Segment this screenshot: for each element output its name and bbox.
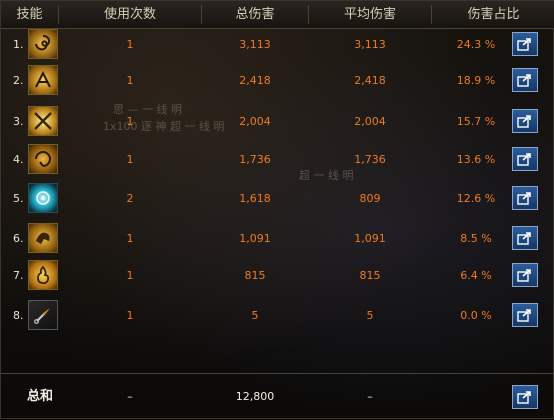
table-row: 3. 1 2,004 2,004 15.7 % [1,102,554,142]
average-damage: 815 [359,269,381,282]
share-button[interactable] [512,303,538,327]
average-damage: 2,418 [354,74,386,87]
row-number: 5. [13,192,24,205]
share-export-icon [517,232,531,245]
header-average-damage: 平均伤害 [343,7,396,22]
damage-share: 18.9 % [456,74,496,87]
share-export-icon [517,391,531,404]
golden-spiral-rune-icon[interactable] [28,29,58,59]
uses-count: 1 [126,153,134,166]
total-damage: 5 [251,309,259,322]
uses-count: 1 [126,269,134,282]
header-total-damage: 总伤害 [235,7,275,22]
total-damage-sum: 12,800 [235,390,275,403]
average-damage: 809 [359,192,381,205]
table-row: 2. 1 2,418 2,418 18.9 % [1,61,554,101]
table-row: 8. 1 5 5 0.0 % [1,296,554,336]
damage-share: 6.4 % [460,269,492,282]
share-button[interactable] [512,109,538,133]
golden-beast-roar-icon[interactable] [28,223,58,253]
skill-damage-statistics-panel: 技能 使用次数 总伤害 平均伤害 伤害占比 思 — 一 线 明 1x100 逐 … [0,0,554,419]
damage-share: 13.6 % [456,153,496,166]
share-export-icon [517,153,531,166]
row-number: 4. [13,153,24,166]
uses-count: 1 [126,115,134,128]
share-button[interactable] [512,68,538,92]
table-row: 1. 1 3,113 3,113 24.3 % [1,25,554,65]
table-row: 5. 2 1,618 809 12.6 % [1,179,554,219]
row-number: 7. [13,269,24,282]
uses-count: 1 [126,74,134,87]
share-button[interactable] [512,263,538,287]
share-button[interactable] [512,186,538,210]
average-damage: 2,004 [354,115,386,128]
golden-cross-slash-icon[interactable] [28,106,58,136]
share-button[interactable] [512,147,538,171]
header-uses: 使用次数 [103,7,156,22]
damage-share: 8.5 % [460,232,492,245]
total-uses: – [127,390,133,403]
golden-vortex-strike-icon[interactable] [28,144,58,174]
header-skill: 技能 [16,7,43,22]
share-export-icon [517,115,531,128]
row-number: 6. [13,232,24,245]
total-damage: 815 [244,269,266,282]
uses-count: 1 [126,38,134,51]
share-total-button[interactable] [512,385,538,409]
row-number: 8. [13,309,24,322]
golden-lion-claw-icon[interactable] [28,65,58,95]
share-export-icon [517,74,531,87]
row-number: 2. [13,74,24,87]
average-damage: 1,736 [354,153,386,166]
total-damage: 1,091 [239,232,271,245]
share-export-icon [517,269,531,282]
share-button[interactable] [512,32,538,56]
damage-share: 24.3 % [456,38,496,51]
share-button[interactable] [512,226,538,250]
row-number: 1. [13,38,24,51]
share-export-icon [517,309,531,322]
damage-share: 12.6 % [456,192,496,205]
table-row: 7. 1 815 815 6.4 % [1,256,554,296]
golden-flame-burst-icon[interactable] [28,260,58,290]
total-damage: 3,113 [239,38,271,51]
damage-share: 0.0 % [460,309,492,322]
total-damage: 1,618 [239,192,271,205]
average-damage: 3,113 [354,38,386,51]
uses-count: 1 [126,232,134,245]
table-row: 6. 1 1,091 1,091 8.5 % [1,219,554,259]
total-damage: 2,418 [239,74,271,87]
row-number: 3. [13,115,24,128]
total-damage: 2,004 [239,115,271,128]
share-export-icon [517,192,531,205]
total-damage: 1,736 [239,153,271,166]
share-export-icon [517,38,531,51]
uses-count: 1 [126,309,134,322]
header-damage-share: 伤害占比 [467,7,520,22]
cyan-orb-icon[interactable] [28,183,58,213]
kunai-dagger-icon[interactable] [28,300,58,330]
damage-share: 15.7 % [456,115,496,128]
average-damage: 1,091 [354,232,386,245]
average-damage: 5 [366,309,374,322]
table-row: 4. 1 1,736 1,736 13.6 % [1,140,554,180]
uses-count: 2 [126,192,134,205]
total-average-damage: – [367,390,373,403]
